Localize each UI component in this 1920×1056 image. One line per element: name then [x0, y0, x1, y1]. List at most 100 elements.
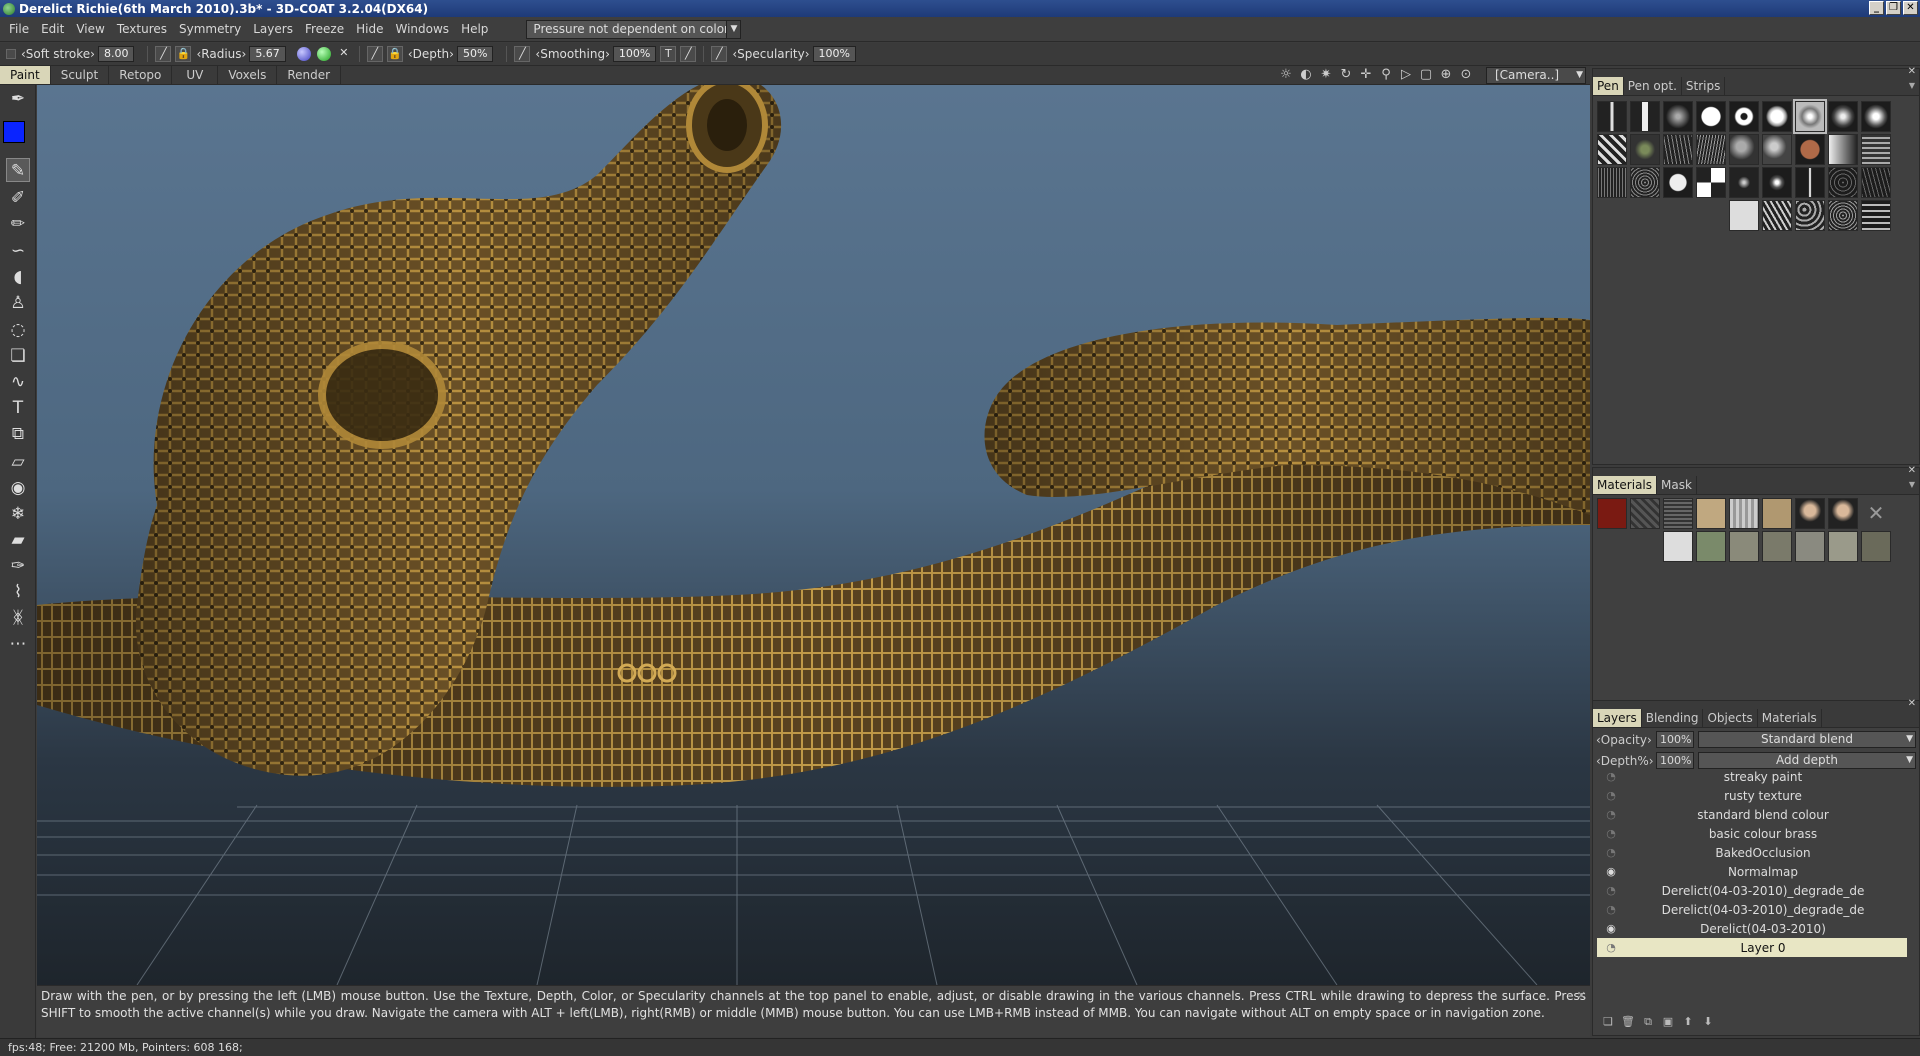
zoom-icon[interactable]: ⚲ [1378, 67, 1394, 83]
tab-layers[interactable]: Layers [1593, 709, 1642, 727]
material-swatch[interactable] [1762, 498, 1792, 529]
close-icon[interactable]: ✕ [1577, 987, 1586, 1004]
material-swatch[interactable] [1630, 498, 1660, 529]
eye-icon[interactable]: ◔ [1603, 845, 1619, 861]
brush-preset[interactable] [1762, 134, 1792, 165]
material-swatch[interactable] [1597, 498, 1627, 529]
chevron-down-icon[interactable]: ▼ [1909, 81, 1915, 90]
eye-icon[interactable]: ◔ [1603, 902, 1619, 918]
pen-pressure-icon[interactable]: ╱ [680, 46, 697, 62]
layer-row[interactable]: ◉ Normalmap [1597, 862, 1907, 881]
eye-icon[interactable]: ◔ [1603, 826, 1619, 842]
brush-preset[interactable] [1597, 167, 1627, 198]
texture-channel-icon[interactable] [316, 47, 331, 61]
lock-icon[interactable]: 🔒 [175, 46, 192, 62]
rotate-icon[interactable]: ↻ [1338, 67, 1354, 83]
menu-symmetry[interactable]: Symmetry [173, 22, 247, 36]
soft-stroke-label[interactable]: ‹Soft stroke› [18, 47, 98, 61]
pen-pressure-icon[interactable]: ╱ [514, 46, 531, 62]
tab-blending[interactable]: Blending [1642, 709, 1704, 727]
smoothing-label[interactable]: ‹Smoothing› [532, 47, 612, 61]
eraser-tool-icon[interactable]: ▱ [6, 450, 30, 474]
move-up-icon[interactable]: ⬆ [1681, 1015, 1695, 1029]
lock-icon[interactable]: 🔒 [386, 46, 403, 62]
layer-row[interactable]: ◔ Derelict(04-03-2010)_degrade_de [1597, 900, 1907, 919]
menu-edit[interactable]: Edit [35, 22, 70, 36]
opacity-value[interactable]: 100% [1656, 731, 1694, 748]
pen-pressure-icon[interactable]: ╱ [155, 46, 172, 62]
add-brush-icon[interactable] [1729, 200, 1759, 231]
material-swatch[interactable] [1762, 531, 1792, 562]
brush-preset[interactable] [1795, 200, 1825, 231]
menu-view[interactable]: View [70, 22, 110, 36]
brush-preset[interactable] [1630, 167, 1660, 198]
material-swatch[interactable] [1696, 498, 1726, 529]
menu-file[interactable]: File [3, 22, 35, 36]
brush-preset[interactable] [1729, 167, 1759, 198]
primary-color[interactable] [3, 121, 25, 143]
close-button[interactable]: ✕ [1903, 1, 1918, 15]
brush-preset[interactable] [1630, 134, 1660, 165]
frame-icon[interactable]: ▢ [1418, 67, 1434, 83]
brush-preset[interactable] [1663, 134, 1693, 165]
depth-label[interactable]: ‹Depth%› [1596, 754, 1656, 768]
layer-row[interactable]: ◉ Derelict(04-03-2010) [1597, 919, 1907, 938]
checkbox[interactable] [6, 49, 16, 59]
chevron-down-icon[interactable]: ▼ [1909, 480, 1915, 489]
brush-preset-selected[interactable] [1793, 99, 1827, 134]
camera-dropdown[interactable]: [Camera..] ▼ [1486, 67, 1586, 84]
close-icon[interactable]: ✕ [1861, 498, 1891, 529]
tab-voxels[interactable]: Voxels [218, 66, 278, 84]
play-icon[interactable]: ▷ [1398, 67, 1414, 83]
pan-icon[interactable]: ✛ [1358, 67, 1374, 83]
brush-preset[interactable] [1696, 167, 1726, 198]
brush-preset[interactable] [1762, 200, 1792, 231]
stamp-tool-icon[interactable]: ♙ [6, 291, 30, 315]
material-swatch[interactable] [1828, 531, 1858, 562]
smoothing-value[interactable]: 100% [612, 46, 657, 62]
measure-tool-icon[interactable]: ⋯ [6, 632, 30, 656]
view-cube-icon[interactable]: ⊙ [1458, 67, 1474, 83]
brush-preset[interactable] [1795, 167, 1825, 198]
sun-icon[interactable]: ✷ [1318, 67, 1334, 83]
brush-preset[interactable] [1762, 167, 1792, 198]
tab-pen[interactable]: Pen [1593, 77, 1624, 95]
brush-preset[interactable] [1630, 101, 1660, 132]
layer-row[interactable]: ◔ streaky paint [1597, 767, 1907, 786]
layer-row[interactable]: ◔ BakedOcclusion [1597, 843, 1907, 862]
soft-stroke-value[interactable]: 8.00 [97, 46, 135, 62]
texture-toggle[interactable]: T [660, 46, 677, 62]
brush-preset[interactable] [1861, 134, 1891, 165]
brush-preset[interactable] [1861, 101, 1891, 132]
layer-tool-icon[interactable]: ❏ [6, 344, 30, 368]
material-swatch[interactable] [1729, 498, 1759, 529]
menu-hide[interactable]: Hide [350, 22, 389, 36]
tab-render[interactable]: Render [277, 66, 342, 84]
close-icon[interactable]: ✕ [336, 46, 352, 62]
pencil-tool-icon[interactable]: ✏ [6, 212, 30, 236]
pressure-dropdown[interactable]: Pressure not dependent on color ▼ [526, 19, 742, 39]
menu-help[interactable]: Help [455, 22, 494, 36]
eyedropper-tool-icon[interactable]: ✑ [6, 554, 30, 578]
transform-tool-icon[interactable]: ⌇ [6, 580, 30, 604]
layer-row[interactable]: ◔ standard blend colour [1597, 805, 1907, 824]
close-icon[interactable]: ✕ [1908, 465, 1916, 476]
light-icon[interactable]: ☼ [1278, 67, 1294, 83]
brush-preset[interactable] [1597, 101, 1627, 132]
blend-mode-dropdown[interactable]: Standard blend ▼ [1698, 731, 1916, 748]
duplicate-layer-icon[interactable]: ⧉ [1641, 1015, 1655, 1029]
paint-brush-tool-icon[interactable]: ✎ [6, 158, 30, 182]
specularity-value[interactable]: 100% [812, 46, 856, 62]
material-swatch[interactable] [1861, 531, 1891, 562]
eye-icon[interactable]: ◔ [1603, 807, 1619, 823]
layer-row[interactable]: ◔ basic colour brass [1597, 824, 1907, 843]
tab-sculpt[interactable]: Sculpt [51, 66, 110, 84]
curve-tool-icon[interactable]: ∿ [6, 370, 30, 394]
eye-icon[interactable]: ◉ [1603, 864, 1619, 880]
brush-preset[interactable] [1861, 167, 1891, 198]
tab-strips[interactable]: Strips [1682, 77, 1726, 95]
fill-tool-icon[interactable]: ◖ [6, 265, 30, 289]
new-layer-icon[interactable]: ❏ [1601, 1015, 1615, 1029]
tab-materials[interactable]: Materials [1593, 476, 1658, 494]
minimize-button[interactable]: _ [1869, 1, 1884, 15]
